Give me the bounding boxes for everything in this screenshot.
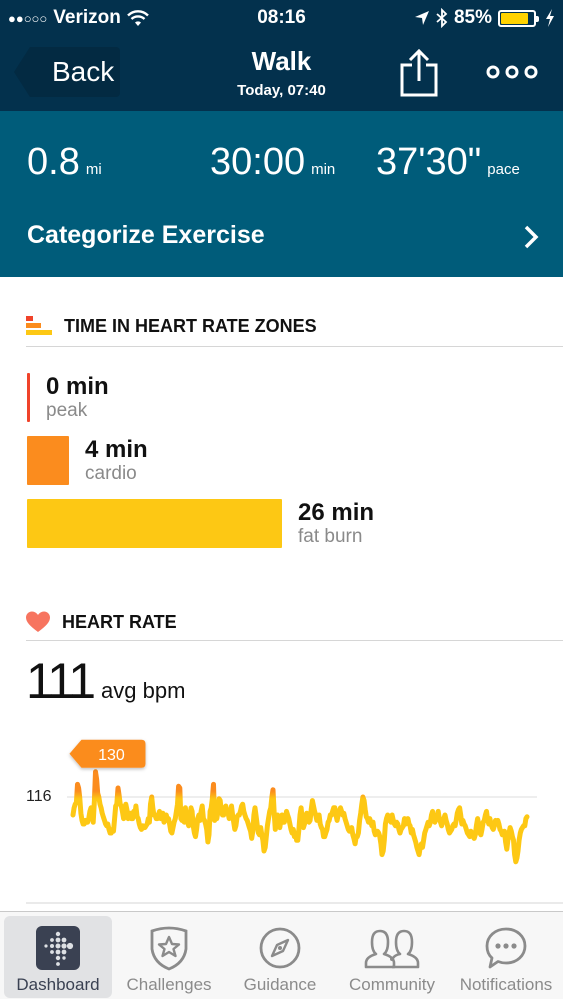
battery-icon (498, 9, 539, 27)
share-icon[interactable] (398, 48, 440, 98)
heart-rate-header: HEART RATE (26, 611, 177, 633)
zones-header: TIME IN HEART RATE ZONES (26, 315, 317, 337)
location-arrow-icon (414, 11, 429, 25)
duration-stat: 30:00 min (210, 141, 335, 184)
peak-marker-label: 130 (98, 747, 125, 764)
duration-value: 30:00 (210, 141, 306, 183)
navigation-bar: Back Walk Today, 07:40 (0, 36, 563, 111)
bluetooth-icon (436, 8, 448, 28)
tab-community[interactable]: Community (338, 916, 446, 998)
categorize-exercise-link[interactable]: Categorize Exercise (27, 221, 265, 250)
duration-unit: min (311, 161, 336, 178)
tab-community-label: Community (349, 975, 435, 994)
tab-challenges[interactable]: Challenges (115, 916, 223, 998)
zone-peak-value: 0 min (46, 373, 109, 400)
tab-notifications[interactable]: Notifications (452, 916, 560, 998)
heart-icon (26, 611, 50, 632)
tab-guidance[interactable]: Guidance (226, 916, 334, 998)
distance-unit: mi (85, 161, 102, 178)
tab-guidance-label: Guidance (243, 975, 317, 994)
pace-stat: 37'30" pace (376, 141, 520, 184)
status-bar: ●●○○○ Verizon 08:16 85% (0, 0, 563, 36)
tab-notifications-label: Notifications (459, 975, 553, 994)
pace-unit: pace (487, 161, 520, 178)
pace-value: 37'30" (376, 141, 482, 183)
page-subtitle: Today, 07:40 (237, 82, 326, 99)
zone-peak-label: peak (46, 400, 88, 421)
battery-percent: 85% (453, 7, 492, 28)
tab-bar: Dashboard Challenges Guidance Community … (0, 911, 563, 999)
heart-rate-divider (26, 640, 563, 641)
page-title: Walk (251, 46, 312, 76)
exercise-summary: 0.8 mi 30:00 min 37'30" pace Categorize … (0, 111, 563, 277)
zone-cardio-label: cardio (85, 463, 137, 484)
distance-value: 0.8 (27, 141, 80, 183)
battery-level (501, 12, 529, 24)
heart-rate-chart[interactable]: 130 (0, 730, 563, 910)
avg-bpm-unit: avg bpm (101, 678, 186, 703)
peak-marker: 130 (69, 739, 146, 768)
zone-fat-burn-bar (27, 499, 282, 548)
dashboard-icon (36, 926, 80, 970)
zone-cardio-bar (27, 436, 69, 485)
notifications-icon (485, 927, 527, 969)
zone-cardio-value: 4 min (85, 436, 148, 463)
zone-fat-burn-label: fat burn (298, 526, 363, 547)
tab-dashboard[interactable]: Dashboard (4, 916, 112, 998)
zones-title: TIME IN HEART RATE ZONES (64, 315, 317, 336)
zone-peak-bar (27, 373, 30, 422)
tab-challenges-label: Challenges (126, 975, 212, 994)
heart-rate-title: HEART RATE (62, 611, 177, 632)
average-heart-rate: 111 avg bpm (26, 652, 185, 710)
tab-dashboard-label: Dashboard (16, 975, 100, 994)
heart-rate-line (70, 769, 530, 865)
challenges-icon (150, 926, 188, 971)
community-icon (364, 929, 420, 969)
chevron-right-icon[interactable] (521, 223, 541, 251)
charging-bolt-icon (546, 9, 554, 27)
distance-stat: 0.8 mi (27, 141, 102, 184)
compass-icon (259, 927, 301, 969)
zones-divider (26, 346, 563, 347)
heart-rate-zones-icon (26, 316, 52, 335)
zone-fat-burn-value: 26 min (298, 499, 375, 526)
more-options-icon[interactable] (485, 60, 539, 84)
avg-bpm-value: 111 (26, 653, 96, 709)
